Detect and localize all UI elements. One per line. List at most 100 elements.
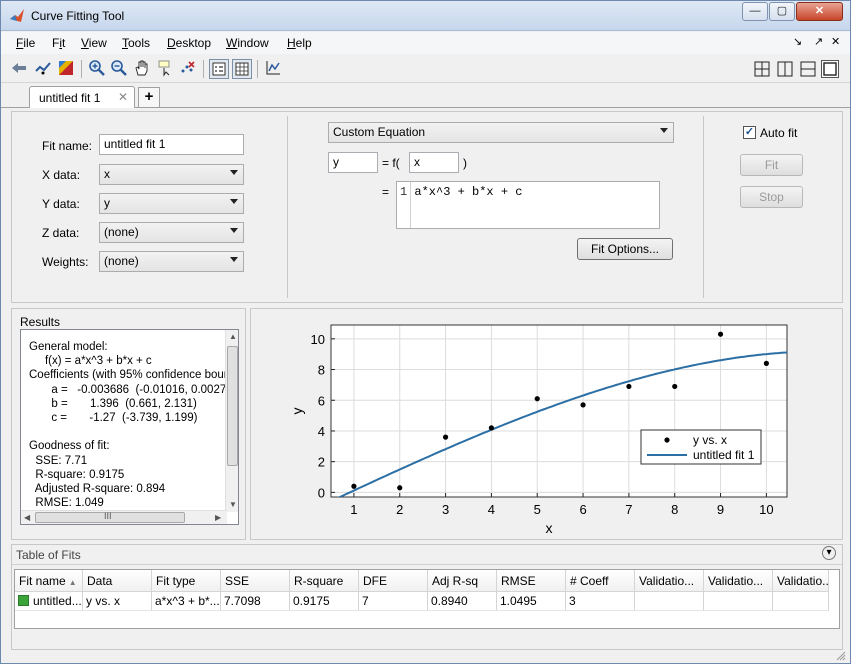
menu-desktop[interactable]: Desktop [167, 36, 211, 50]
column-header[interactable]: R-square [290, 570, 359, 592]
tile-four-icon[interactable] [753, 60, 771, 78]
close-menu-icon[interactable]: ✕ [831, 35, 840, 48]
fit-name-input[interactable]: untitled fit 1 [99, 134, 244, 155]
weights-select[interactable]: (none) [99, 251, 244, 272]
column-header[interactable]: Fit type [152, 570, 221, 592]
x-tick-label: 3 [442, 502, 449, 517]
data-point [580, 402, 586, 408]
stop-button[interactable]: Stop [740, 186, 803, 208]
table-cell[interactable]: 7.7098 [221, 592, 290, 611]
add-tab-button[interactable]: + [138, 87, 160, 107]
data-point [534, 396, 540, 402]
scroll-right-icon[interactable]: ▶ [215, 513, 221, 522]
panel-divider [703, 116, 704, 298]
scroll-up-icon[interactable]: ▲ [229, 332, 237, 341]
grid-icon[interactable] [232, 59, 252, 79]
menu-file[interactable]: File [16, 36, 35, 50]
column-header[interactable]: Data [83, 570, 152, 592]
menu-tools[interactable]: Tools [122, 36, 150, 50]
data-cursor-icon[interactable] [155, 59, 175, 79]
zoom-in-icon[interactable] [87, 59, 107, 79]
results-horizontal-scrollbar[interactable]: ◀ III ▶ [21, 510, 227, 524]
column-header[interactable]: Adj R-sq [428, 570, 497, 592]
arrow-left-icon[interactable] [9, 59, 29, 79]
column-header[interactable]: DFE [359, 570, 428, 592]
table-cell[interactable]: 0.8940 [428, 592, 497, 611]
z-data-value: (none) [104, 225, 139, 239]
tile-vertical-icon[interactable] [776, 60, 794, 78]
column-header[interactable]: Validatio... [704, 570, 773, 592]
fit-plot[interactable]: 1 2 3 4 5 6 7 8 9 10 0 2 4 6 8 10 x y y vs. xuntitled fit … [251, 309, 842, 539]
legend-icon[interactable] [209, 59, 229, 79]
table-cell[interactable]: 1.0495 [497, 592, 566, 611]
dependent-variable-input[interactable]: y [328, 152, 378, 173]
column-header[interactable]: RMSE [497, 570, 566, 592]
results-lines: General model: f(x) = a*x^3 + b*x + c Coe… [29, 340, 228, 510]
title-bar[interactable]: Curve Fitting Tool — ▢ ✕ [1, 1, 850, 31]
column-header[interactable]: Validatio... [773, 570, 829, 592]
results-line: Adjusted R-square: 0.894 [29, 483, 166, 496]
menu-window[interactable]: Window [226, 36, 269, 50]
menu-fit[interactable]: Fit [52, 36, 65, 50]
x-data-select[interactable]: x [99, 164, 244, 185]
table-cell[interactable]: 3 [566, 592, 635, 611]
dock-icon[interactable]: ↘ [793, 35, 802, 48]
zoom-out-icon[interactable] [109, 59, 129, 79]
single-view-icon[interactable] [821, 60, 839, 78]
table-cell[interactable] [635, 592, 704, 611]
column-header-label: Validatio... [777, 574, 829, 588]
column-header[interactable]: SSE [221, 570, 290, 592]
scroll-down-icon[interactable]: ▼ [229, 500, 237, 509]
column-header[interactable]: Validatio... [635, 570, 704, 592]
equation-editor[interactable]: 1 a*x^3 + b*x + c [396, 181, 660, 229]
fit-options-button[interactable]: Fit Options... [577, 238, 673, 260]
collapse-icon[interactable]: ▾ [822, 546, 836, 560]
fit-type-select[interactable]: Custom Equation [328, 122, 674, 143]
exclude-outliers-icon[interactable] [178, 59, 198, 79]
undock-icon[interactable]: ↗ [814, 35, 823, 48]
exclude-icon[interactable] [33, 59, 53, 79]
scroll-left-icon[interactable]: ◀ [24, 513, 30, 522]
data-point [626, 383, 632, 390]
table-cell[interactable]: y vs. x [83, 592, 152, 611]
axes-limits-icon[interactable] [263, 59, 283, 79]
weights-label: Weights: [42, 255, 89, 269]
table-cell[interactable] [704, 592, 773, 611]
scroll-thumb[interactable]: III [35, 511, 185, 523]
minimize-button[interactable]: — [742, 2, 768, 21]
tab-untitled-fit-1[interactable]: untitled fit 1 ✕ [29, 86, 135, 108]
column-header-label: RMSE [501, 574, 536, 588]
results-text-area[interactable]: General model: f(x) = a*x^3 + b*x + c Coe… [20, 329, 239, 525]
resize-grip-icon[interactable] [836, 651, 846, 661]
pan-icon[interactable] [132, 59, 152, 79]
table-cell[interactable]: 7 [359, 592, 428, 611]
table-of-fits-header: Table of Fits ▾ [12, 545, 842, 565]
table-cell-value: 3 [569, 594, 576, 608]
independent-variable-input[interactable]: x [409, 152, 459, 173]
table-cell-value: 7 [362, 594, 369, 608]
column-header[interactable]: Fit name ▲ [15, 570, 83, 592]
column-header[interactable]: # Coeff [566, 570, 635, 592]
auto-fit-checkbox[interactable]: ✓ [743, 126, 756, 139]
colormap-icon[interactable] [56, 59, 76, 79]
scroll-thumb[interactable] [227, 346, 238, 466]
table-of-fits: Fit name ▲ Data Fit type SSE R-square DFE Adj R… [14, 569, 840, 629]
sort-ascending-icon: ▲ [68, 578, 77, 587]
maximize-button[interactable]: ▢ [769, 2, 795, 21]
equation-function-label: = f( [382, 156, 400, 170]
equation-equals-label: = [382, 185, 390, 199]
menu-help[interactable]: Help [287, 36, 312, 50]
table-cell[interactable]: a*x^3 + b*... [152, 592, 221, 611]
y-data-select[interactable]: y [99, 193, 244, 214]
table-cell[interactable] [773, 592, 829, 611]
results-vertical-scrollbar[interactable]: ▲ ▼ [225, 330, 238, 512]
tile-horizontal-icon[interactable] [799, 60, 817, 78]
z-data-select[interactable]: (none) [99, 222, 244, 243]
table-cell[interactable]: 0.9175 [290, 592, 359, 611]
close-window-button[interactable]: ✕ [796, 2, 843, 21]
fit-button[interactable]: Fit [740, 154, 803, 176]
menu-view[interactable]: View [81, 36, 107, 50]
close-tab-icon[interactable]: ✕ [118, 90, 128, 104]
curve-fitting-window: Curve Fitting Tool — ▢ ✕ File Fit View T… [0, 0, 851, 664]
table-cell[interactable]: untitled... [15, 592, 83, 611]
